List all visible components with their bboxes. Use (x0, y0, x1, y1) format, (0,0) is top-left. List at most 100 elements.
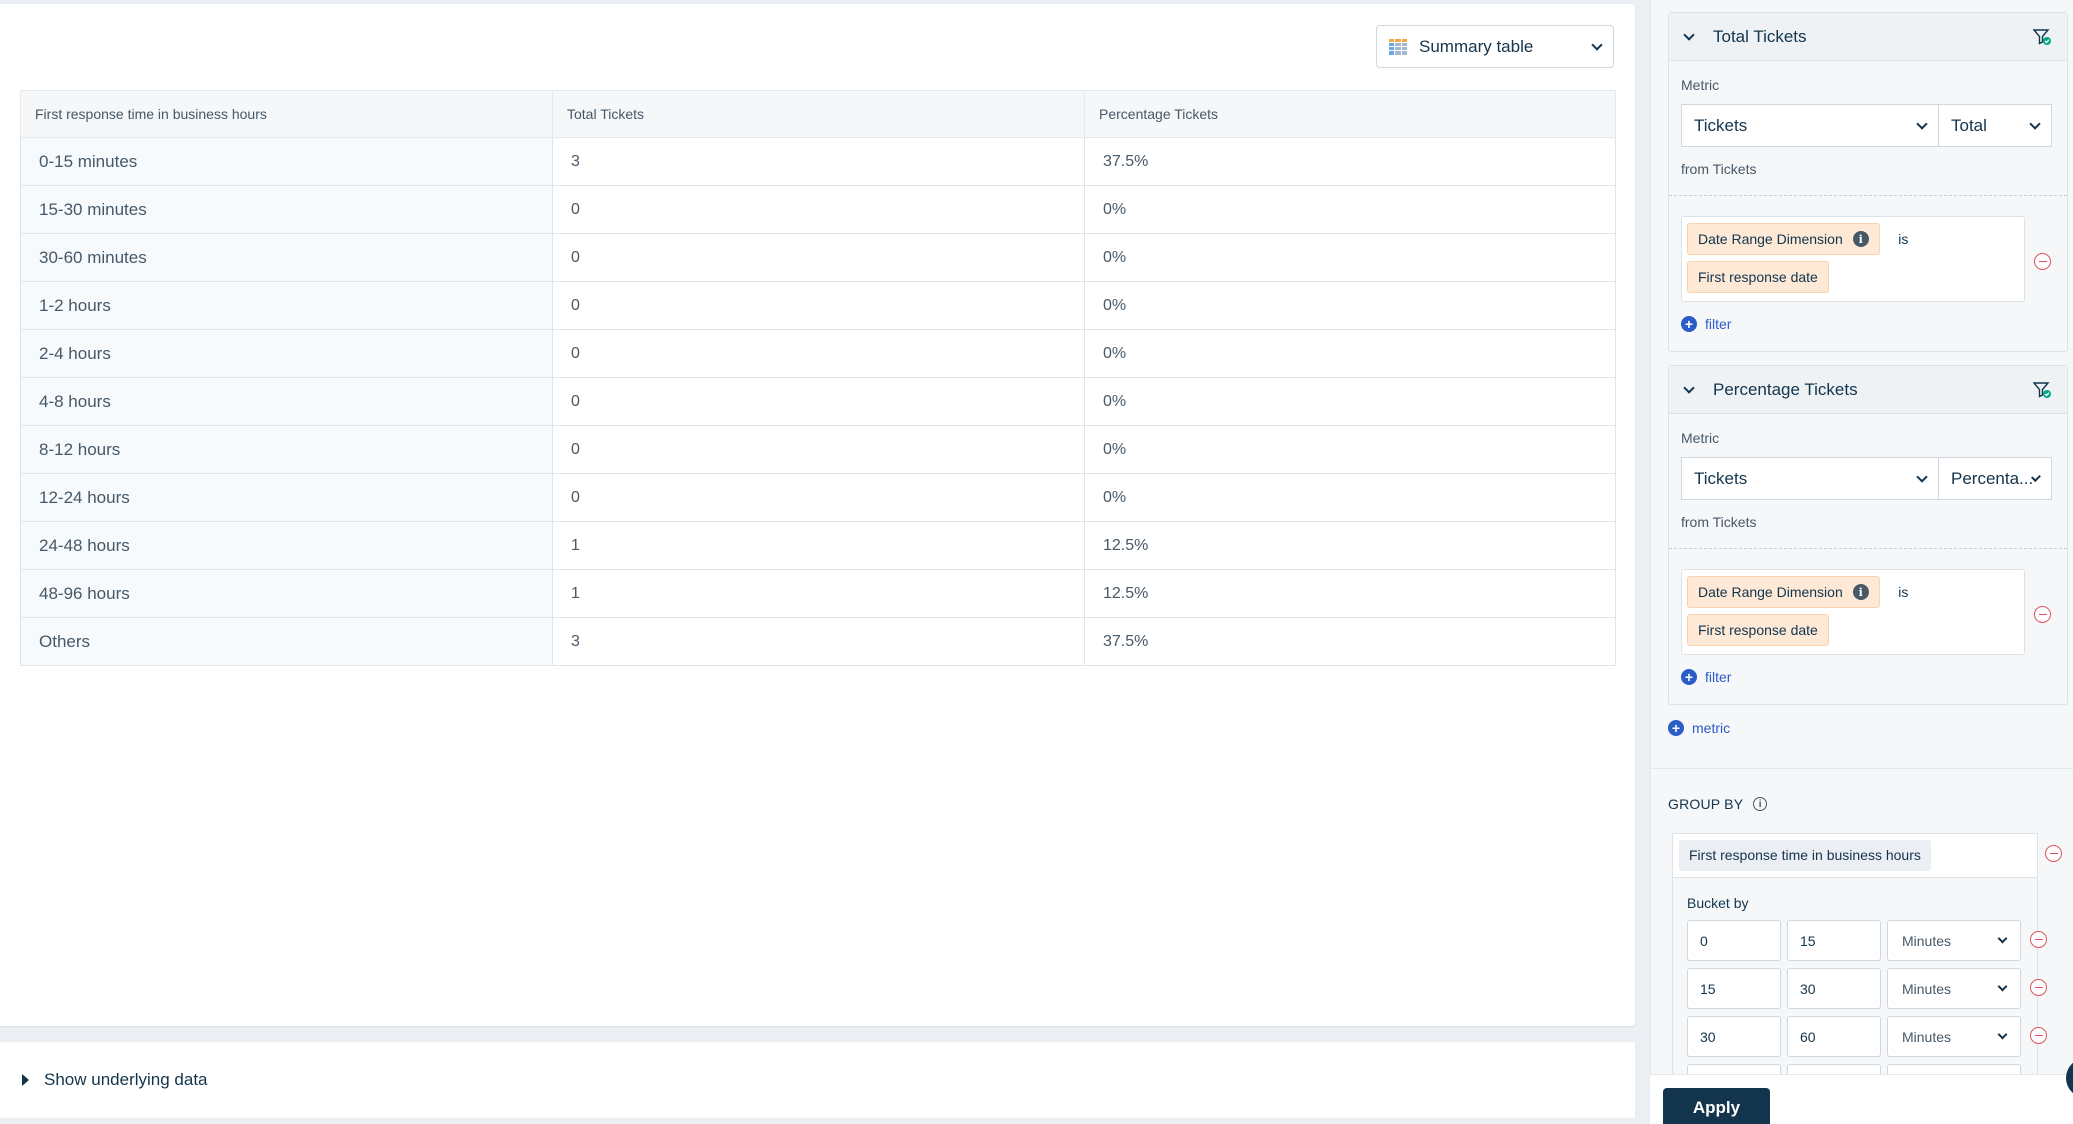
bucket-cell: Others (20, 617, 553, 666)
bucket-cell: 2-4 hours (20, 329, 553, 378)
metric-card-header[interactable]: Percentage Tickets (1669, 366, 2067, 414)
plus-icon: + (1681, 669, 1697, 685)
bucket-from-input[interactable]: 15 (1687, 968, 1781, 1009)
condition-value-chip[interactable]: First response date (1687, 261, 1829, 293)
apply-button[interactable]: Apply (1663, 1088, 1770, 1124)
summary-table: First response time in business hours To… (20, 90, 1616, 666)
info-icon[interactable]: i (1753, 797, 1768, 811)
filter-check-icon[interactable] (2033, 382, 2051, 398)
bucket-cell: 4-8 hours (20, 377, 553, 426)
plus-icon: + (1681, 316, 1697, 332)
bucket-row: 15 30 Minutes (1687, 968, 2021, 1009)
condition-value-label: First response date (1698, 622, 1818, 638)
metric-title: Percentage Tickets (1713, 379, 1858, 399)
table-row: 12-24 hours 0 0% (20, 473, 1616, 522)
total-tickets-cell: 1 (552, 521, 1085, 570)
add-metric-label: metric (1692, 720, 1731, 736)
remove-icon[interactable] (2045, 845, 2062, 862)
aggregation-select[interactable]: Total (1939, 104, 2052, 147)
show-underlying-data-toggle[interactable]: Show underlying data (0, 1042, 1635, 1118)
condition-operator: is (1898, 584, 1909, 600)
group-by-field[interactable]: First response time in business hours (1672, 833, 2038, 878)
add-filter-link[interactable]: + filter (1681, 669, 2067, 685)
filter-condition: Date Range Dimension i is First response… (1681, 216, 2025, 302)
add-metric-link[interactable]: + metric (1668, 720, 1730, 736)
condition-value-chip[interactable]: First response date (1687, 614, 1829, 646)
add-filter-label: filter (1705, 316, 1732, 332)
condition-operator: is (1898, 231, 1909, 247)
table-row: 24-48 hours 1 12.5% (20, 521, 1616, 570)
caret-right-icon (22, 1074, 29, 1086)
remove-icon[interactable] (2034, 606, 2051, 623)
metric-card-percentage-tickets: Percentage Tickets Metric Tickets Percen… (1668, 365, 2068, 705)
metric-source-text: from Tickets (1681, 161, 1757, 177)
condition-field-chip[interactable]: Date Range Dimension i (1687, 223, 1880, 255)
percentage-tickets-cell: 0% (1084, 233, 1616, 282)
bucket-unit-value: Minutes (1902, 1028, 1952, 1045)
total-tickets-cell: 0 (552, 377, 1085, 426)
bucket-to-input[interactable]: 15 (1787, 920, 1881, 961)
filter-check-icon[interactable] (2033, 29, 2051, 45)
remove-icon[interactable] (2030, 979, 2047, 996)
total-tickets-cell: 0 (552, 233, 1085, 282)
table-row: 15-30 minutes 0 0% (20, 185, 1616, 234)
divider (1650, 768, 2073, 769)
remove-icon[interactable] (2030, 1027, 2047, 1044)
aggregation-select-value: Percenta... (1951, 468, 2034, 488)
remove-icon[interactable] (2034, 253, 2051, 270)
bucket-by-label: Bucket by (1687, 895, 1749, 911)
percentage-tickets-cell: 12.5% (1084, 521, 1616, 570)
add-filter-label: filter (1705, 669, 1732, 685)
column-header: First response time in business hours (20, 90, 553, 138)
chevron-down-icon[interactable] (1683, 381, 1695, 394)
total-tickets-cell: 0 (552, 185, 1085, 234)
chevron-down-icon (1591, 38, 1603, 51)
table-row: 8-12 hours 0 0% (20, 425, 1616, 474)
bucket-from-input[interactable]: 0 (1687, 920, 1781, 961)
metric-select[interactable]: Tickets (1681, 104, 1939, 147)
bucket-cell: 24-48 hours (20, 521, 553, 570)
total-tickets-cell: 0 (552, 473, 1085, 522)
percentage-tickets-cell: 12.5% (1084, 569, 1616, 618)
info-icon[interactable]: i (1852, 231, 1869, 247)
divider (1669, 548, 2067, 549)
bucket-unit-select[interactable]: Minutes (1887, 1016, 2021, 1057)
condition-value-label: First response date (1698, 269, 1818, 285)
group-by-label: GROUP BY (1668, 796, 1744, 812)
bucket-unit-select[interactable]: Minutes (1887, 920, 2021, 961)
view-type-dropdown[interactable]: Summary table (1376, 25, 1614, 68)
chevron-down-icon (1997, 981, 2008, 992)
add-filter-link[interactable]: + filter (1681, 316, 2067, 332)
bucket-to-input[interactable]: 60 (1787, 1016, 1881, 1057)
percentage-tickets-cell: 0% (1084, 281, 1616, 330)
chevron-down-icon (2029, 117, 2041, 130)
bucket-row: 0 15 Minutes (1687, 920, 2021, 961)
percentage-tickets-cell: 0% (1084, 473, 1616, 522)
column-header: Total Tickets (552, 90, 1085, 138)
bucket-from-input[interactable]: 30 (1687, 1016, 1781, 1057)
metric-title: Total Tickets (1713, 26, 1807, 46)
report-card: Summary table First response time in bus… (0, 4, 1635, 1026)
group-by-chip[interactable]: First response time in business hours (1679, 840, 1931, 871)
chevron-down-icon (1916, 117, 1928, 130)
chevron-down-icon[interactable] (1683, 28, 1695, 41)
percentage-tickets-cell: 37.5% (1084, 617, 1616, 666)
bucket-to-input[interactable]: 30 (1787, 968, 1881, 1009)
bucket-unit-select[interactable]: Minutes (1887, 968, 2021, 1009)
metric-select[interactable]: Tickets (1681, 457, 1939, 500)
chevron-down-icon (1997, 933, 2008, 944)
bucket-cell: 1-2 hours (20, 281, 553, 330)
aggregation-select[interactable]: Percenta... (1939, 457, 2052, 500)
table-icon (1389, 38, 1407, 55)
metric-source-text: from Tickets (1681, 514, 1757, 530)
bucket-cell: 0-15 minutes (20, 137, 553, 186)
table-row: 2-4 hours 0 0% (20, 329, 1616, 378)
divider (1669, 195, 2067, 196)
total-tickets-cell: 3 (552, 137, 1085, 186)
filter-condition: Date Range Dimension i is First response… (1681, 569, 2025, 655)
info-icon[interactable]: i (1852, 584, 1869, 600)
metric-card-header[interactable]: Total Tickets (1669, 13, 2067, 61)
remove-icon[interactable] (2030, 931, 2047, 948)
condition-field-chip[interactable]: Date Range Dimension i (1687, 576, 1880, 608)
table-row: 0-15 minutes 3 37.5% (20, 137, 1616, 186)
